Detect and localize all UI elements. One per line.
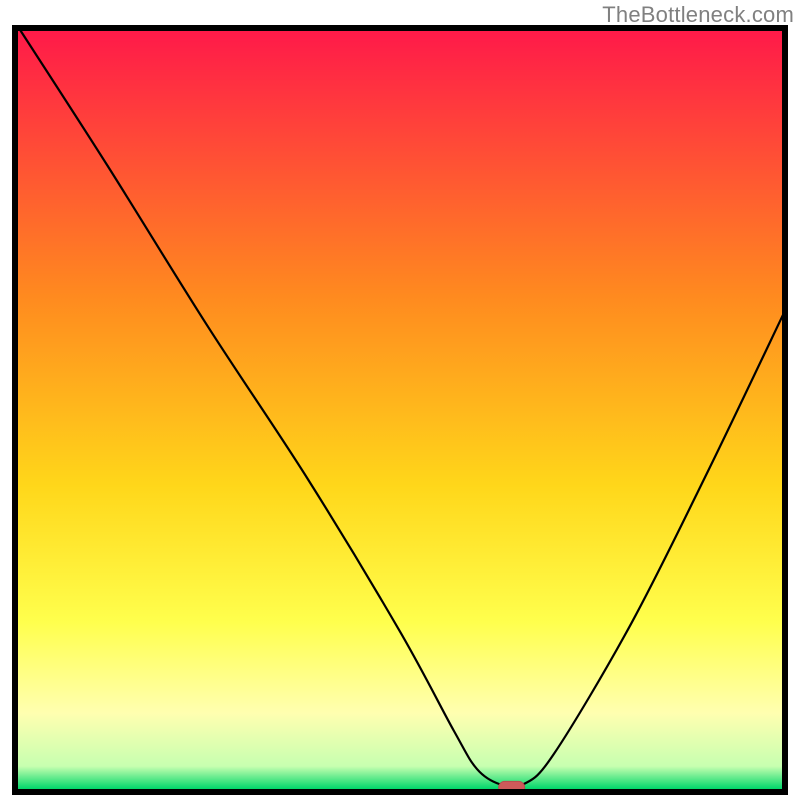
- watermark-label: TheBottleneck.com: [602, 2, 794, 28]
- plot-area: [15, 28, 785, 793]
- chart-frame: TheBottleneck.com: [0, 0, 800, 800]
- bottleneck-plot: [0, 0, 800, 800]
- gradient-background: [18, 31, 782, 789]
